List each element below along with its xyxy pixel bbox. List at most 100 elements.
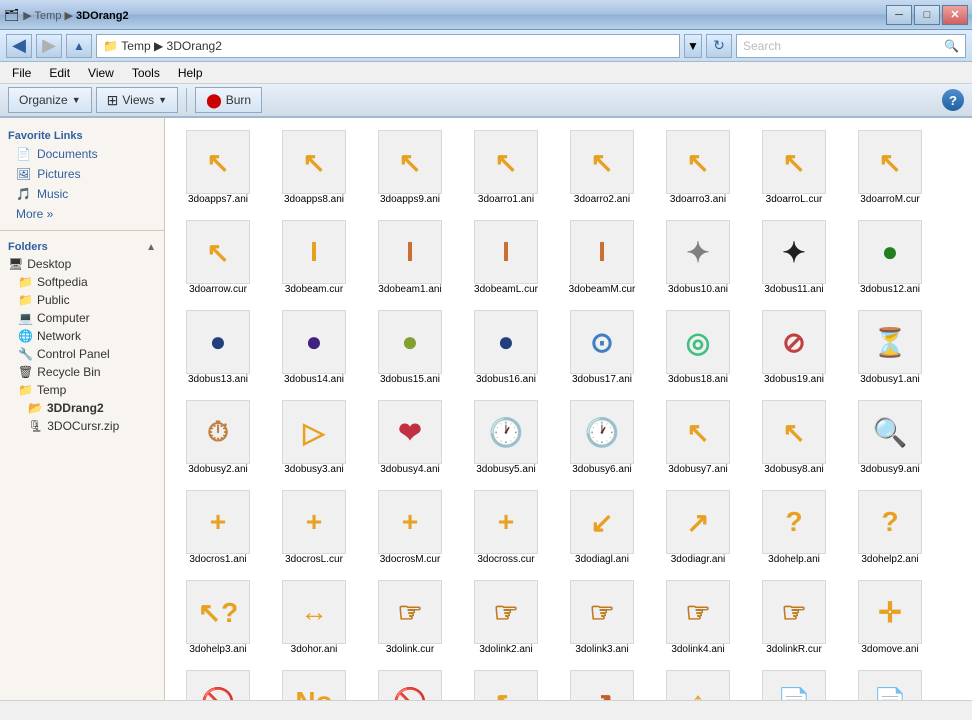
favorite-links-header[interactable]: Favorite Links [0,126,164,144]
file-item[interactable]: ↗3dodiagr.ani [653,486,743,570]
file-item[interactable]: 📄INSTAL3O... [845,666,935,700]
sidebar-item-pictures[interactable]: 🖼 Pictures [0,164,164,184]
file-item[interactable]: ●3dobus15.ani [365,306,455,390]
file-item[interactable]: ☞3dolinkR.cur [749,576,839,660]
file-item[interactable]: ↔3dohor.ani [269,576,359,660]
file-item[interactable]: ↖3dobusy7.ani [653,396,743,480]
file-name: 3dolink.cur [386,644,434,656]
search-box[interactable]: Search 🔍 [736,34,966,58]
folder-recycle-bin[interactable]: 🗑 Recycle Bin [0,363,164,381]
file-item[interactable]: ☞3dolink.cur [365,576,455,660]
burn-button[interactable]: ⬤ Burn [195,87,262,113]
sidebar-item-music[interactable]: 🎵 Music [0,184,164,204]
file-item[interactable]: ↙3dodiagl.ani [557,486,647,570]
file-item[interactable]: I3dobeamM.cur [557,216,647,300]
file-item[interactable]: 🔍3dobusy9.ani [845,396,935,480]
file-item[interactable]: ↕3dovert.ani [653,666,743,700]
file-item[interactable]: +3docross.cur [461,486,551,570]
organize-button[interactable]: Organize ▼ [8,87,92,113]
desktop-label: Desktop [27,257,71,271]
address-path[interactable]: 📁 Temp ▶ 3DOrang2 [96,34,680,58]
file-item[interactable]: ◎3dobus18.ani [653,306,743,390]
folder-3ddrang2[interactable]: 📂 3DDrang2 [0,399,164,417]
file-item[interactable]: ↖3doapps9.ani [365,126,455,210]
file-item[interactable]: I3dobeam1.ani [365,216,455,300]
file-item[interactable]: ↖3doarro2.ani [557,126,647,210]
menu-tools[interactable]: Tools [124,64,168,82]
file-item[interactable]: 🚫3dono.ani [173,666,263,700]
public-icon: 📁 [18,293,33,307]
file-item[interactable]: ⊙3dobus17.ani [557,306,647,390]
folder-network[interactable]: 🌐 Network [0,327,164,345]
sidebar-item-more[interactable]: More » [0,204,164,224]
address-dropdown[interactable]: ▼ [684,34,702,58]
folder-public[interactable]: 📁 Public [0,291,164,309]
file-icon: ☞ [570,580,634,644]
up-button[interactable]: ▲ [66,34,92,58]
file-item[interactable]: 📄file_id.diz [749,666,839,700]
file-item[interactable]: +3docrosM.cur [365,486,455,570]
menu-help[interactable]: Help [170,64,211,82]
file-item[interactable]: ⏳3dobusy1.ani [845,306,935,390]
file-item[interactable]: I3dobeamL.cur [461,216,551,300]
file-item[interactable]: ↖3doarro3.ani [653,126,743,210]
file-icon: + [474,490,538,554]
file-item[interactable]: ●3dobus12.ani [845,216,935,300]
file-item[interactable]: ↖?3dohelp3.ani [173,576,263,660]
file-name: 3dobusy8.ani [764,464,824,476]
folder-temp[interactable]: 📁 Temp [0,381,164,399]
file-item[interactable]: ↖3doarroL.cur [749,126,839,210]
file-item[interactable]: ↖3doapps8.ani [269,126,359,210]
menu-view[interactable]: View [80,64,122,82]
file-item[interactable]: ❤3dobusy4.ani [365,396,455,480]
file-item[interactable]: ✛3domove.ani [845,576,935,660]
file-item[interactable]: ●3dobus14.ani [269,306,359,390]
folder-softpedia[interactable]: 📁 Softpedia [0,273,164,291]
file-item[interactable]: +3docros1.ani [173,486,263,570]
file-item[interactable]: 🚫3dono3.ani [365,666,455,700]
file-item[interactable]: 🕐3dobusy5.ani [461,396,551,480]
menu-edit[interactable]: Edit [41,64,78,82]
file-item[interactable]: No3dono2.ani [269,666,359,700]
file-icon: 📄 [858,670,922,700]
minimize-button[interactable]: ─ [886,5,912,25]
folders-header[interactable]: Folders ▲ [0,237,164,255]
maximize-button[interactable]: □ [914,5,940,25]
folder-3docursr[interactable]: 🗜 3DOCursr.zip [0,417,164,435]
file-item[interactable]: ↗3dopen2.ani [557,666,647,700]
file-item[interactable]: ↖3doarroM.cur [845,126,935,210]
back-button[interactable]: ◀ [6,34,32,58]
file-item[interactable]: ⏱3dobusy2.ani [173,396,263,480]
forward-button[interactable]: ▶ [36,34,62,58]
file-item[interactable]: +3docrosL.cur [269,486,359,570]
folder-control-panel[interactable]: 🔧 Control Panel [0,345,164,363]
file-item[interactable]: ▷3dobusy3.ani [269,396,359,480]
folder-computer[interactable]: 💻 Computer [0,309,164,327]
file-item[interactable]: ●3dobus16.ani [461,306,551,390]
file-item[interactable]: ☞3dolink3.ani [557,576,647,660]
file-item[interactable]: ✦3dobus11.ani [749,216,839,300]
file-item[interactable]: ✦3dobus10.ani [653,216,743,300]
help-button[interactable]: ? [942,89,964,111]
refresh-button[interactable]: ↻ [706,34,732,58]
file-item[interactable]: ↖3doarro1.ani [461,126,551,210]
file-item[interactable]: ☞3dolink4.ani [653,576,743,660]
folder-desktop[interactable]: 🖥 Desktop [0,255,164,273]
file-item[interactable]: ●3dobus13.ani [173,306,263,390]
file-item[interactable]: ↖3dobusy8.ani [749,396,839,480]
sidebar-item-documents[interactable]: 📄 Documents [0,144,164,164]
file-item[interactable]: ☞3dolink2.ani [461,576,551,660]
file-item[interactable]: ?3dohelp.ani [749,486,839,570]
file-item[interactable]: I3dobeam.cur [269,216,359,300]
file-item[interactable]: ↖3doarrow.cur [173,216,263,300]
file-item[interactable]: ⊘3dobus19.ani [749,306,839,390]
file-item[interactable]: ↖3dopen.ani [461,666,551,700]
file-list-area[interactable]: ↖3doapps7.ani↖3doapps8.ani↖3doapps9.ani↖… [165,118,972,700]
file-item[interactable]: ↖3doapps7.ani [173,126,263,210]
file-item[interactable]: 🕐3dobusy6.ani [557,396,647,480]
file-item[interactable]: ?3dohelp2.ani [845,486,935,570]
title-bar-path: ▶ Temp ▶ 3DOrang2 [23,8,128,22]
views-button[interactable]: ⊞ Views ▼ [96,87,178,113]
menu-file[interactable]: File [4,64,39,82]
close-button[interactable]: ✕ [942,5,968,25]
